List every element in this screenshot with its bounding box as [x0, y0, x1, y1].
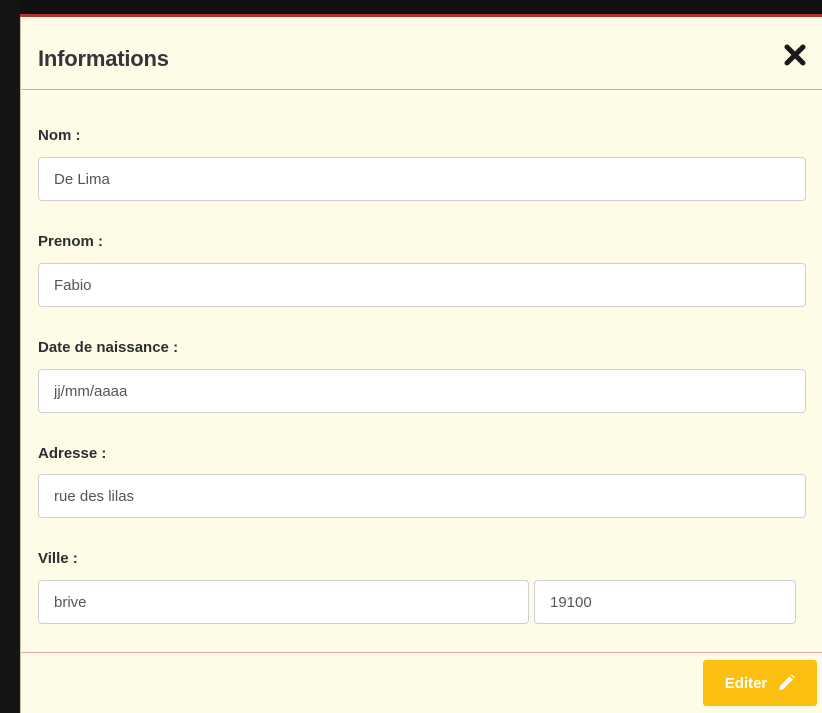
- edit-button-label: Editer: [724, 674, 768, 692]
- prenom-input[interactable]: [38, 263, 806, 307]
- ville-label: Ville :: [38, 550, 78, 567]
- modal-header: Informations: [21, 17, 822, 90]
- prenom-label: Prenom :: [38, 233, 104, 250]
- nom-input[interactable]: [38, 157, 806, 201]
- informations-modal: Informations Nom : Prenom : Date de nais…: [20, 17, 822, 713]
- edit-button[interactable]: Editer: [703, 660, 817, 706]
- pencil-icon: [779, 674, 796, 690]
- city-input[interactable]: [38, 580, 529, 624]
- backdrop-left: [0, 0, 20, 713]
- nom-label: Nom :: [38, 127, 81, 144]
- adresse-label: Adresse :: [38, 445, 107, 462]
- date-naissance-input[interactable]: [38, 369, 806, 413]
- date-naissance-label: Date de naissance :: [38, 339, 179, 356]
- modal-footer: Editer: [21, 652, 822, 713]
- postal-code-input[interactable]: [534, 580, 796, 624]
- close-button[interactable]: [781, 41, 809, 69]
- close-icon: [784, 44, 806, 66]
- modal-title: Informations: [38, 46, 169, 71]
- adresse-input[interactable]: [38, 474, 806, 518]
- backdrop-top: [0, 0, 822, 14]
